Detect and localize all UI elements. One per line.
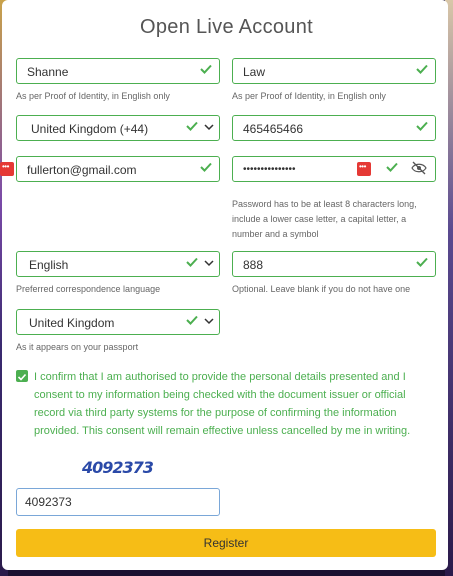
check-icon: [186, 315, 198, 325]
first-name-hint: As per Proof of Identity, in English onl…: [16, 91, 170, 101]
check-icon: [186, 121, 198, 131]
country-code-select[interactable]: United Kingdom (+44): [16, 115, 220, 141]
passport-country-hint: As it appears on your passport: [16, 342, 139, 352]
check-icon: [200, 64, 212, 74]
phone-value: 465465466: [243, 122, 304, 136]
eye-slash-icon[interactable]: [411, 161, 427, 175]
check-icon: [416, 64, 428, 74]
password-manager-icon[interactable]: [0, 162, 14, 176]
register-button[interactable]: Register: [16, 529, 436, 557]
passport-country-select[interactable]: United Kingdom: [16, 309, 220, 335]
first-name-field[interactable]: Shanne: [16, 58, 220, 84]
email-value: fullerton@gmail.com: [27, 163, 137, 177]
password-field[interactable]: •••••••••••••••: [232, 156, 436, 182]
consent-checkbox[interactable]: [16, 370, 28, 382]
password-masked-value: •••••••••••••••: [243, 164, 296, 175]
check-icon: [186, 257, 198, 267]
check-icon: [416, 121, 428, 131]
consent-text: I confirm that I am authorised to provid…: [34, 371, 411, 437]
phone-field[interactable]: 465465466: [232, 115, 436, 141]
check-icon: [416, 257, 428, 267]
password-hint: Password has to be at least 8 characters…: [232, 199, 417, 239]
page-title: Open Live Account: [140, 16, 313, 38]
captcha-input[interactable]: 4092373: [16, 488, 220, 516]
chevron-down-icon: [204, 124, 214, 131]
passport-country-value: United Kingdom: [29, 316, 115, 330]
last-name-hint: As per Proof of Identity, in English onl…: [232, 91, 386, 101]
check-icon: [200, 162, 212, 172]
password-manager-icon[interactable]: [357, 162, 371, 176]
email-field[interactable]: fullerton@gmail.com: [16, 156, 220, 182]
country-code-value: United Kingdom (+44): [31, 122, 149, 136]
check-icon: [386, 162, 398, 172]
first-name-value: Shanne: [27, 65, 69, 79]
last-name-field[interactable]: Law: [232, 58, 436, 84]
check-icon: [17, 373, 27, 381]
captcha-image: 4092373: [82, 458, 154, 477]
referral-hint: Optional. Leave blank if you do not have…: [232, 284, 411, 294]
referral-value: 888: [243, 258, 264, 272]
referral-field[interactable]: 888: [232, 251, 436, 277]
language-hint: Preferred correspondence language: [16, 284, 161, 294]
last-name-value: Law: [243, 65, 266, 79]
chevron-down-icon: [204, 260, 214, 267]
language-select[interactable]: English: [16, 251, 220, 277]
chevron-down-icon: [204, 318, 214, 325]
language-value: English: [29, 258, 69, 272]
